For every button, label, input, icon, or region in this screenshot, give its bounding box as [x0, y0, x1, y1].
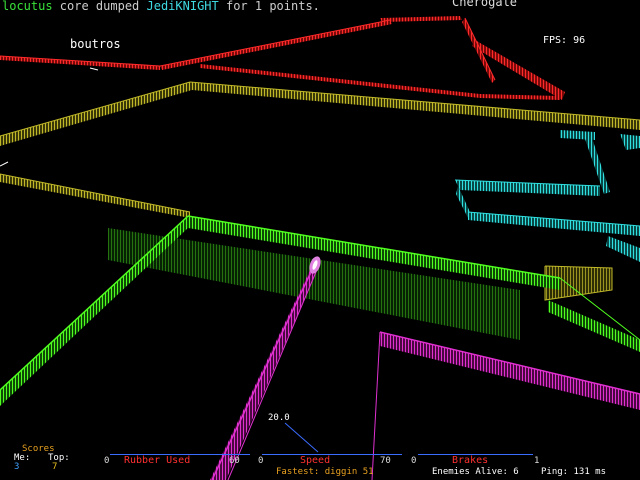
- brakes-gauge-label: Brakes: [452, 455, 489, 466]
- game-viewport[interactable]: locutus core dumped JediKNIGHT for 1 poi…: [0, 0, 640, 480]
- scores-top-value: 7: [52, 462, 58, 472]
- kill-feed-verb: core dumped: [52, 0, 147, 13]
- fps-counter: FPS: 96: [543, 35, 586, 46]
- cyan-wall: [454, 130, 640, 262]
- brakes-gauge-max: 1: [534, 456, 540, 466]
- kill-feed-suffix: for 1 points.: [218, 0, 320, 13]
- kill-feed-killer: locutus: [2, 0, 53, 13]
- distant-player-name: Cherogale: [452, 0, 518, 9]
- speed-readout: 20.0: [268, 413, 290, 423]
- fastest-player: Fastest: diggin 51: [276, 467, 374, 477]
- speed-gauge-max: 70: [380, 456, 391, 466]
- ping-readout: Ping: 131 ms: [541, 467, 607, 477]
- speed-gauge-label: Speed: [300, 455, 331, 466]
- kill-feed: locutus core dumped JediKNIGHT for 1 poi…: [2, 0, 320, 12]
- rubber-gauge-label: Rubber Used: [124, 455, 191, 466]
- near-player-name: boutros: [70, 37, 121, 51]
- rubber-gauge-min: 0: [104, 456, 110, 466]
- arena-scene: [0, 16, 640, 480]
- rubber-gauge-max: 60: [229, 456, 240, 466]
- red-wall: [0, 16, 565, 100]
- enemies-alive: Enemies Alive: 6: [432, 467, 519, 477]
- brakes-gauge-min: 0: [411, 456, 417, 466]
- speed-gauge-min: 0: [258, 456, 264, 466]
- speed-needle: [284, 422, 319, 453]
- speed-gauge-bar: [262, 454, 402, 455]
- kill-feed-victim: JediKNIGHT: [146, 0, 219, 13]
- scores-me-value: 3: [14, 462, 20, 472]
